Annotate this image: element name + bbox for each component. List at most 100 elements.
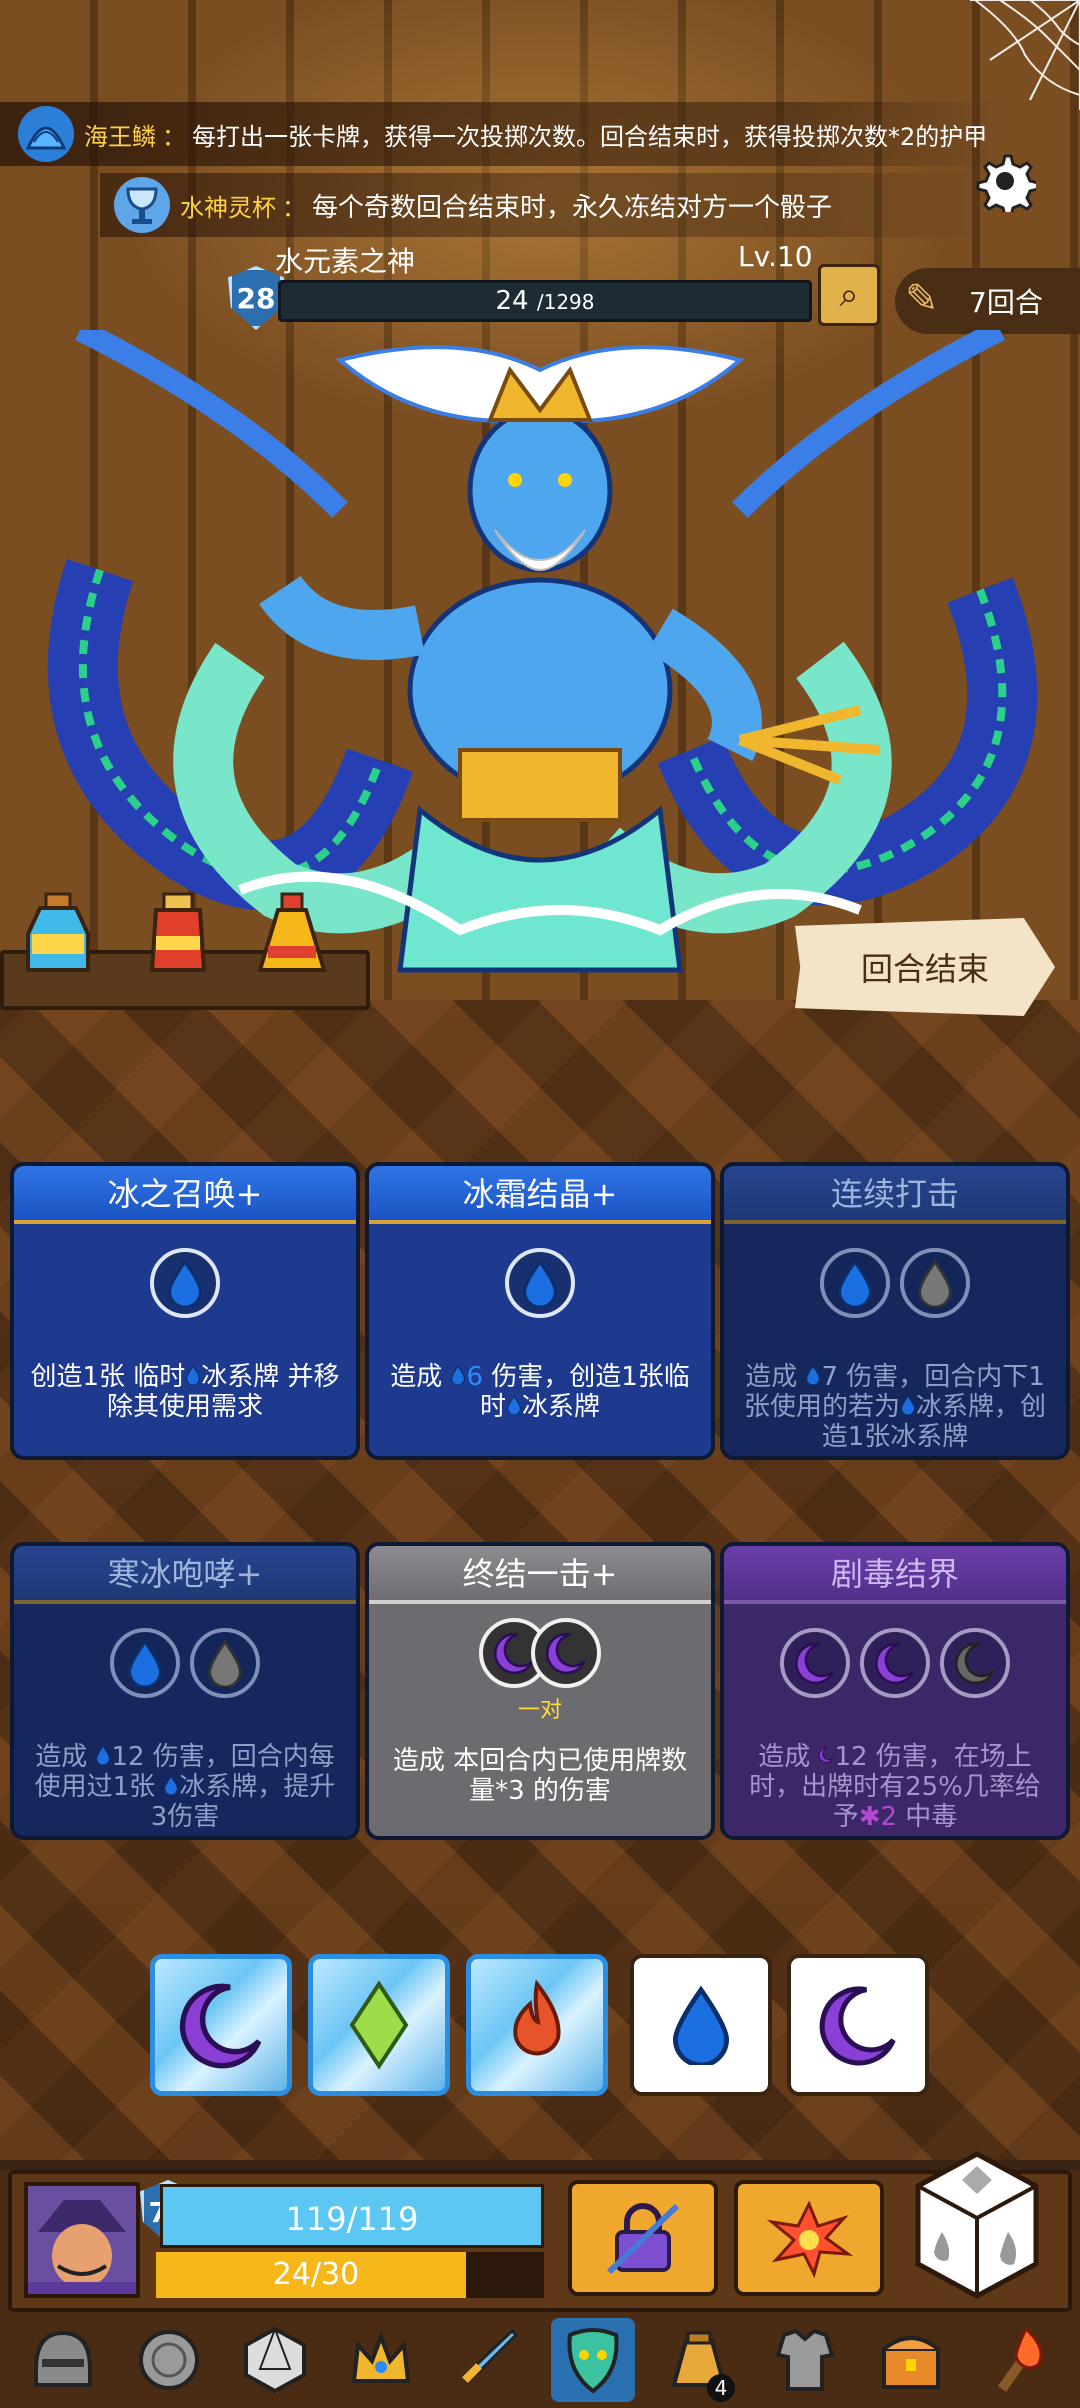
- dice-slot[interactable]: [190, 1628, 260, 1698]
- card-description: 造成 12 伤害，回合内每使用过1张 冰系牌，提升3伤害: [34, 1742, 336, 1832]
- potion-blue-icon[interactable]: [18, 890, 98, 980]
- end-turn-label: 回合结束: [860, 950, 989, 988]
- chest-icon[interactable]: [869, 2318, 953, 2402]
- explosion-icon: [766, 2200, 854, 2278]
- water-drop-icon: [125, 1639, 165, 1687]
- card-title: 寒冰咆哮+: [14, 1546, 356, 1604]
- lock-sword-icon: [606, 2203, 680, 2275]
- turn-label: 7回合: [969, 286, 1043, 319]
- relic-description: 每打出一张卡牌，获得一次投掷次数。回合结束时，获得投掷次数*2的护甲: [192, 122, 988, 151]
- water-drop-icon: [669, 1985, 733, 2065]
- helmet-icon[interactable]: [21, 2318, 105, 2402]
- pair-requirement-label: 一对: [517, 1698, 562, 1723]
- dice-slot[interactable]: [110, 1628, 180, 1698]
- player-portrait-avatar[interactable]: [24, 2182, 140, 2298]
- card-dice-slots: [14, 1248, 356, 1320]
- relic-name: 水神灵杯: [180, 193, 276, 222]
- roll-dice-button[interactable]: [912, 2148, 1042, 2302]
- poison-icon: ✱: [858, 1802, 881, 1832]
- bag-icon[interactable]: 4: [657, 2318, 741, 2402]
- moon-icon: [793, 1641, 837, 1685]
- skill-explosion-button[interactable]: [734, 2180, 884, 2296]
- card-title: 连续打击: [724, 1166, 1066, 1224]
- potion-gold-icon[interactable]: [252, 890, 332, 980]
- skill-lock-button[interactable]: [568, 2180, 718, 2296]
- end-turn-button[interactable]: 回合结束: [795, 918, 1055, 1016]
- sword-icon[interactable]: [445, 2318, 529, 2402]
- relic-description: 每个奇数回合结束时，永久冻结对方一个骰子: [312, 192, 833, 223]
- water-drop-icon: [165, 1259, 205, 1307]
- card-combo-strike[interactable]: 连续打击 造成 7 伤害，回合内下1张使用的若为 冰系牌，创造1张冰系牌: [720, 1162, 1070, 1460]
- card-title: 冰之召唤+: [14, 1166, 356, 1224]
- card-dice-slots: [724, 1248, 1066, 1320]
- armor-icon[interactable]: [763, 2318, 847, 2402]
- card-final-strike[interactable]: 终结一击+ 一对 造成 本回合内已使用牌数量*3 的伤害: [365, 1542, 715, 1840]
- dice-slot[interactable]: [900, 1248, 970, 1318]
- card-dice-slots: [724, 1628, 1066, 1700]
- fire-icon: [513, 1980, 561, 2056]
- card-ice-summon[interactable]: 冰之召唤+ 创造1张 临时 冰系牌 并移除其使用需求: [10, 1162, 360, 1460]
- moon-icon: [176, 1980, 266, 2070]
- water-drop-icon: [835, 1259, 875, 1307]
- frozen-die-diamond[interactable]: [308, 1954, 450, 2096]
- torch-icon[interactable]: [975, 2318, 1059, 2402]
- coin-icon[interactable]: [127, 2318, 211, 2402]
- settings-gear-icon[interactable]: [970, 150, 1040, 220]
- chalice-icon: [114, 177, 170, 233]
- enemy-name: 水元素之神: [275, 245, 416, 278]
- frozen-die-moon[interactable]: [150, 1954, 292, 2096]
- crown-icon[interactable]: [339, 2318, 423, 2402]
- card-poison-barrier[interactable]: 剧毒结界 造成 12 伤害，在场上时，出牌时有25%几率给予✱2 中毒: [720, 1542, 1070, 1840]
- moon-icon: [544, 1631, 588, 1675]
- d20-icon[interactable]: [233, 2318, 317, 2402]
- water-drop-icon: [805, 1365, 821, 1385]
- player-hp-value: 119/119: [285, 2200, 419, 2238]
- card-frost-roar[interactable]: 寒冰咆哮+ 造成 12 伤害，回合内每使用过1张 冰系牌，提升3伤害: [10, 1542, 360, 1840]
- dice-slot[interactable]: [531, 1618, 601, 1688]
- magnifier-icon: ⌕: [839, 275, 859, 315]
- potion-red-icon[interactable]: [138, 890, 218, 980]
- water-drop-icon: [185, 1365, 201, 1385]
- card-title: 剧毒结界: [724, 1546, 1066, 1604]
- card-title: 终结一击+: [369, 1546, 711, 1604]
- moon-icon: [816, 1983, 900, 2067]
- enemy-hp-max: /1298: [536, 290, 595, 314]
- water-drop-icon: [450, 1365, 466, 1385]
- enemy-hp-bar: 24 /1298: [278, 280, 812, 322]
- enemy-armor-value: 28: [236, 281, 276, 315]
- water-drop-icon: [520, 1259, 560, 1307]
- bag-count-badge: 4: [707, 2374, 735, 2402]
- card-dice-slots: [14, 1628, 356, 1700]
- moon-icon: [953, 1641, 997, 1685]
- frozen-die-fire[interactable]: [466, 1954, 608, 2096]
- card-description: 造成 本回合内已使用牌数量*3 的伤害: [392, 1746, 688, 1806]
- dice-slot[interactable]: [150, 1248, 220, 1318]
- relic-row-sea-king-scale[interactable]: 海王鳞： 每打出一张卡牌，获得一次投掷次数。回合结束时，获得投掷次数*2的护甲: [0, 102, 1000, 166]
- dice-slot[interactable]: [940, 1628, 1010, 1698]
- card-description: 造成 12 伤害，在场上时，出牌时有25%几率给予✱2 中毒: [749, 1742, 1041, 1832]
- relic-name: 海王鳞: [84, 122, 156, 151]
- card-frost-crystal[interactable]: 冰霜结晶+ 造成 6 伤害，创造1张临时 冰系牌: [365, 1162, 715, 1460]
- moon-icon: [492, 1631, 536, 1675]
- enemy-info-button[interactable]: ⌕: [818, 264, 880, 326]
- spiderweb-icon: [970, 0, 1080, 110]
- die-moon[interactable]: [787, 1954, 929, 2096]
- die-water[interactable]: [630, 1954, 772, 2096]
- inventory-bar: 4: [0, 2312, 1080, 2408]
- card-description: 创造1张 临时 冰系牌 并移除其使用需求: [30, 1362, 340, 1422]
- player-energy-bar: 24/30: [156, 2252, 544, 2298]
- water-drop-icon: [900, 1395, 916, 1415]
- dice-slot[interactable]: [780, 1628, 850, 1698]
- card-title: 冰霜结晶+: [369, 1166, 711, 1224]
- scale-icon: [18, 106, 74, 162]
- diamond-icon: [349, 1980, 409, 2070]
- water-drop-icon: [506, 1395, 522, 1415]
- mask-icon[interactable]: [551, 2318, 635, 2402]
- relic-row-water-god-chalice[interactable]: 水神灵杯： 每个奇数回合结束时，永久冻结对方一个骰子: [100, 173, 980, 237]
- enemy-level: Lv.10: [738, 240, 813, 273]
- water-drop-icon: [95, 1745, 111, 1765]
- dice-slot[interactable]: [505, 1248, 575, 1318]
- dice-slot[interactable]: [860, 1628, 930, 1698]
- water-drop-icon: [915, 1259, 955, 1307]
- dice-slot[interactable]: [820, 1248, 890, 1318]
